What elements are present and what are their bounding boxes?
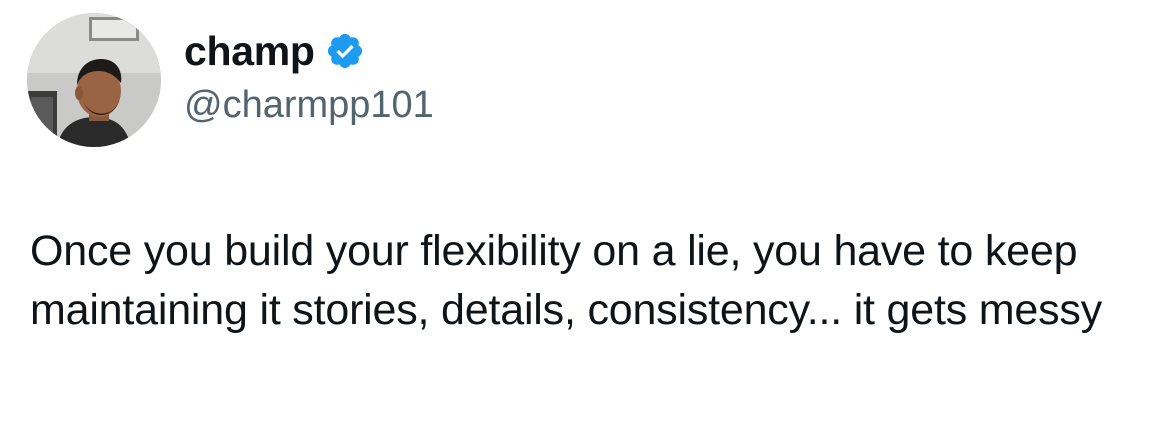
tweet-card: champ @charmpp101 Once you build your fl… — [0, 0, 1170, 445]
verified-badge-icon — [325, 31, 365, 71]
author-handle[interactable]: @charmpp101 — [184, 82, 434, 128]
avatar[interactable] — [27, 13, 161, 147]
author-name-row: champ — [184, 26, 365, 76]
avatar-photo — [27, 13, 161, 147]
display-name[interactable]: champ — [184, 26, 315, 76]
tweet-text: Once you build your flexibility on a lie… — [30, 227, 1102, 334]
